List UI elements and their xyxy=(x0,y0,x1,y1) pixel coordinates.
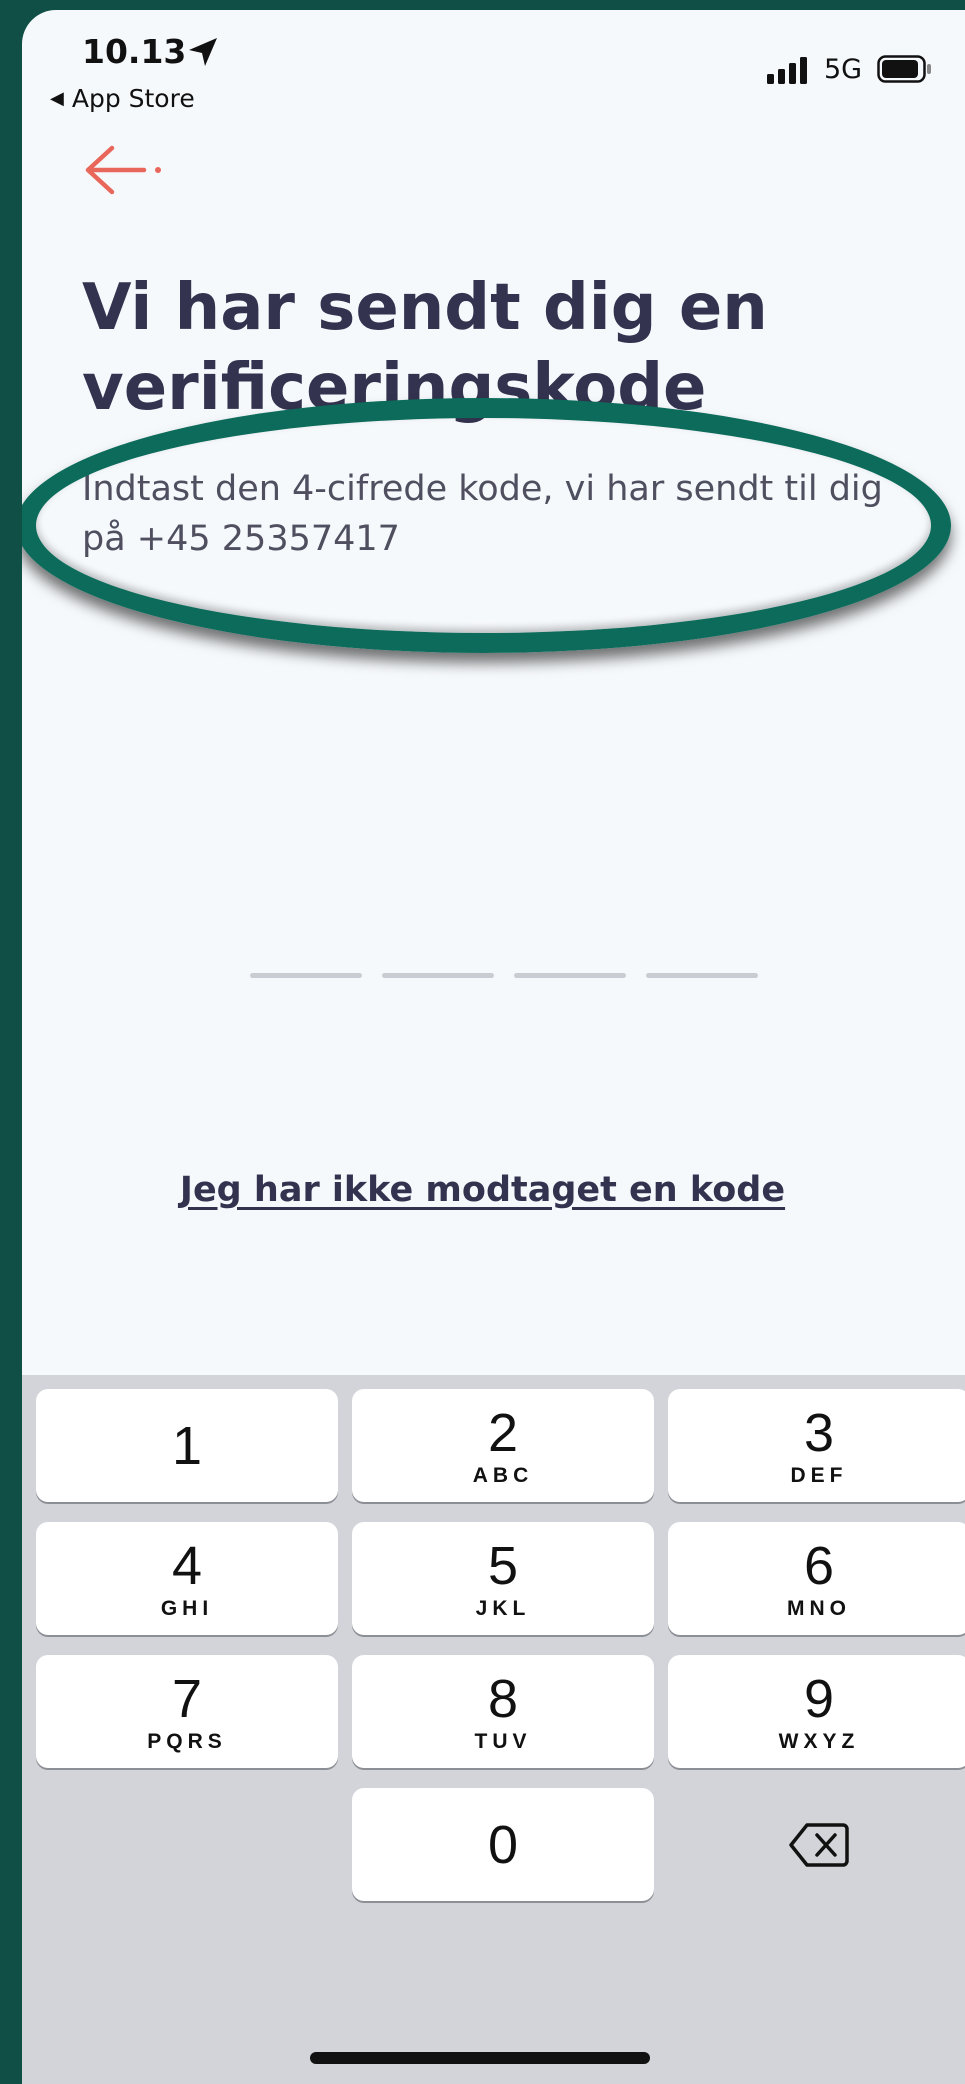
key-digit: 1 xyxy=(171,1415,203,1476)
key-2[interactable]: 2 ABC xyxy=(352,1389,654,1502)
key-3[interactable]: 3 DEF xyxy=(668,1389,965,1502)
back-arrow-icon[interactable] xyxy=(82,140,174,200)
key-4[interactable]: 4 GHI xyxy=(36,1522,338,1635)
key-digit: 9 xyxy=(803,1668,835,1729)
subtitle-line1: Indtast den 4-cifrede kode, vi har sendt… xyxy=(82,469,883,509)
numeric-keypad: 1 2 ABC 3 DEF 4 GHI 5 JKL 6 MNO 7 PQRS 8… xyxy=(22,1375,965,2084)
page-title-line2: verificeringskode xyxy=(82,351,707,425)
key-letters: TUV xyxy=(474,1729,532,1753)
backspace-key[interactable] xyxy=(668,1788,965,1901)
key-0[interactable]: 0 xyxy=(352,1788,654,1901)
key-digit: 8 xyxy=(487,1668,519,1729)
key-digit: 5 xyxy=(487,1535,519,1596)
key-5[interactable]: 5 JKL xyxy=(352,1522,654,1635)
key-letters: MNO xyxy=(787,1596,851,1620)
home-indicator xyxy=(310,2052,650,2064)
key-letters: PQRS xyxy=(147,1729,227,1753)
key-digit: 3 xyxy=(803,1402,835,1463)
key-1[interactable]: 1 xyxy=(36,1389,338,1502)
key-8[interactable]: 8 TUV xyxy=(352,1655,654,1768)
page-subtitle: Indtast den 4-cifrede kode, vi har sendt… xyxy=(82,464,952,564)
no-code-received-link[interactable]: Jeg har ikke modtaget en kode xyxy=(22,1170,965,1210)
key-digit: 4 xyxy=(171,1535,203,1596)
status-time: 10.13 xyxy=(82,32,187,71)
network-type: 5G xyxy=(824,54,863,85)
back-triangle-icon: ◀ xyxy=(50,88,64,109)
key-7[interactable]: 7 PQRS xyxy=(36,1655,338,1768)
key-letters: JKL xyxy=(475,1596,531,1620)
location-arrow-icon xyxy=(189,38,217,66)
page-title: Vi har sendt dig en verificeringskode xyxy=(82,268,922,428)
back-app-label: App Store xyxy=(71,84,195,113)
key-6[interactable]: 6 MNO xyxy=(668,1522,965,1635)
verification-code-input[interactable] xyxy=(250,973,758,978)
code-digit-slot[interactable] xyxy=(382,973,494,978)
key-letters: DEF xyxy=(790,1463,848,1487)
subtitle-line2: på +45 25357417 xyxy=(82,519,400,559)
code-digit-slot[interactable] xyxy=(250,973,362,978)
key-digit: 6 xyxy=(803,1535,835,1596)
key-letters: GHI xyxy=(160,1596,214,1620)
key-letters: ABC xyxy=(472,1463,534,1487)
key-9[interactable]: 9 WXYZ xyxy=(668,1655,965,1768)
key-digit: 7 xyxy=(171,1668,203,1729)
key-digit: 0 xyxy=(487,1814,519,1875)
back-to-app-store[interactable]: ◀ App Store xyxy=(50,84,195,113)
app-screen: 10.13 ◀ App Store 5G Vi har sendt dig en… xyxy=(22,10,965,2084)
key-digit: 2 xyxy=(487,1402,519,1463)
backspace-icon xyxy=(789,1822,849,1867)
code-digit-slot[interactable] xyxy=(514,973,626,978)
cellular-signal-icon xyxy=(767,57,807,84)
code-digit-slot[interactable] xyxy=(646,973,758,978)
page-title-line1: Vi har sendt dig en xyxy=(82,271,768,345)
key-letters: WXYZ xyxy=(778,1729,860,1753)
battery-icon xyxy=(877,55,931,83)
